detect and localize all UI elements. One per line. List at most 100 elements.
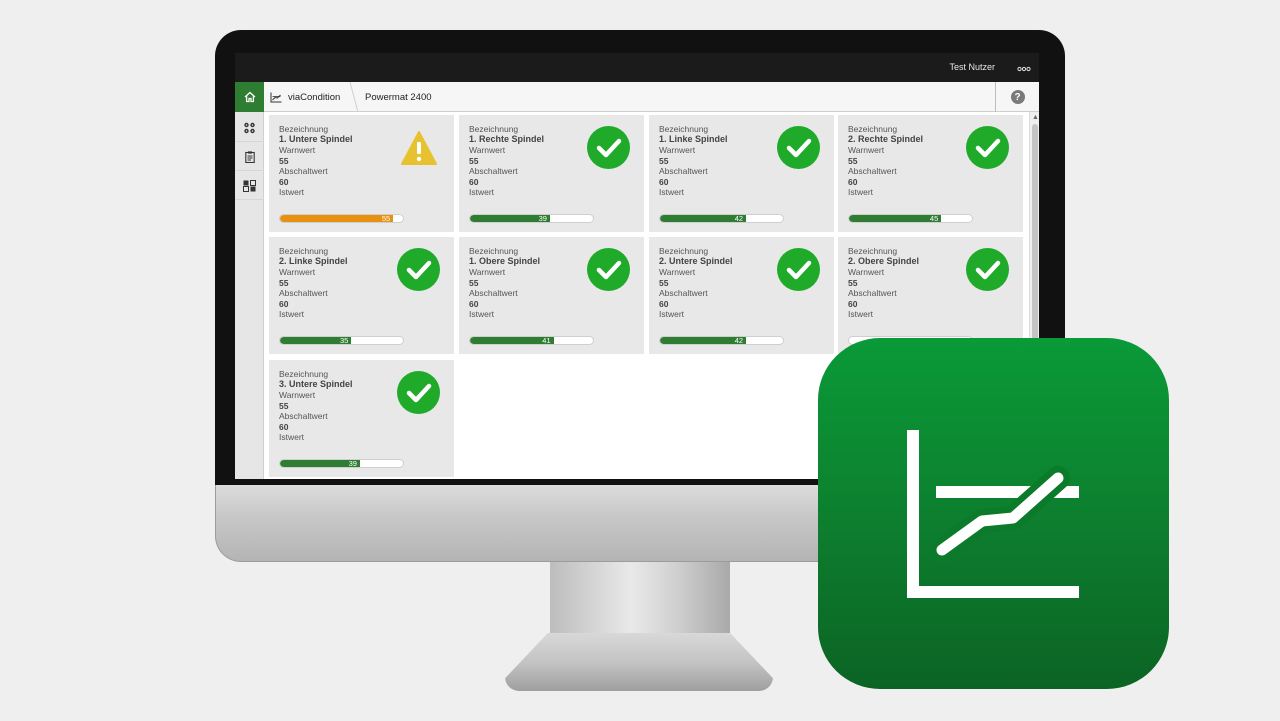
check-icon xyxy=(397,248,440,291)
label-abschaltwert: Abschaltwert xyxy=(279,166,328,176)
istwert-bar-fill: 55 xyxy=(280,214,394,223)
label-abschaltwert: Abschaltwert xyxy=(469,166,518,176)
label-abschaltwert: Abschaltwert xyxy=(469,288,518,298)
spindle-card[interactable]: Bezeichnung 2. Obere Spindel Warnwert 55 Abs… xyxy=(838,237,1023,354)
shutoff-value: 60 xyxy=(659,299,669,309)
actual-value: 42 xyxy=(734,336,744,345)
warn-value: 55 xyxy=(469,278,479,288)
check-icon xyxy=(966,248,1009,291)
label-istwert: Istwert xyxy=(848,187,874,197)
label-istwert: Istwert xyxy=(848,309,874,319)
spindle-card[interactable]: Bezeichnung 3. Untere Spindel Warnwert 55 Ab… xyxy=(269,360,454,477)
spindle-card[interactable]: Bezeichnung 2. Linke Spindel Warnwert 55 Abs… xyxy=(269,237,454,354)
actual-value: 35 xyxy=(339,336,349,345)
home-icon xyxy=(244,91,255,103)
label-abschaltwert: Abschaltwert xyxy=(279,411,328,421)
breadcrumb-separator xyxy=(349,82,359,112)
home-button[interactable] xyxy=(235,82,264,112)
shutoff-value: 60 xyxy=(279,422,289,432)
spindle-card[interactable]: Bezeichnung 1. Untere Spindel Warnwert 55 Ab… xyxy=(269,115,454,232)
spindle-group-icon xyxy=(244,122,255,133)
spindle-name: 1. Obere Spindel xyxy=(469,256,541,266)
sidebar xyxy=(235,112,264,479)
chart-trend-icon xyxy=(907,430,1079,598)
spindle-card[interactable]: Bezeichnung 1. Linke Spindel Warnwert 55 Abs… xyxy=(649,115,834,232)
istwert-bar: 45 xyxy=(848,214,973,223)
sidebar-item-components[interactable] xyxy=(235,172,264,200)
actual-value: 39 xyxy=(538,214,547,223)
spindle-card[interactable]: Bezeichnung 1. Rechte Spindel Warnwert 55 Ab… xyxy=(459,115,644,232)
warn-value: 55 xyxy=(469,156,479,166)
scroll-up-icon[interactable]: ▲ xyxy=(1032,114,1039,121)
help-icon: ? xyxy=(1010,90,1025,104)
spindle-name: 2. Obere Spindel xyxy=(848,256,920,266)
label-istwert: Istwert xyxy=(469,309,495,319)
label-istwert: Istwert xyxy=(659,309,685,319)
actual-value: 41 xyxy=(542,336,551,345)
sidebar-item-spindles[interactable] xyxy=(235,114,264,142)
spindle-name: 3. Untere Spindel xyxy=(279,379,353,389)
spindle-name: 1. Linke Spindel xyxy=(659,134,728,144)
label-istwert: Istwert xyxy=(469,187,495,197)
warn-value: 55 xyxy=(848,156,858,166)
spindle-name: 2. Linke Spindel xyxy=(279,256,348,266)
istwert-bar: 42 xyxy=(659,214,784,223)
istwert-bar: 42 xyxy=(659,336,784,345)
spindle-card[interactable]: Bezeichnung 1. Obere Spindel Warnwert 55 Abs… xyxy=(459,237,644,354)
monitor-stand-base xyxy=(505,633,773,691)
label-istwert: Istwert xyxy=(279,309,305,319)
viacondition-app-icon xyxy=(818,338,1169,689)
breadcrumb-app[interactable]: viaCondition xyxy=(270,82,340,112)
spindle-card[interactable]: Bezeichnung 2. Untere Spindel Warnwert 55 Ab… xyxy=(649,237,834,354)
istwert-bar: 39 xyxy=(469,214,594,223)
warn-value: 55 xyxy=(659,278,669,288)
spindle-card[interactable]: Bezeichnung 2. Rechte Spindel Warnwert 55 Ab… xyxy=(838,115,1023,232)
spindle-name: 2. Rechte Spindel xyxy=(848,134,924,144)
shutoff-value: 60 xyxy=(659,177,669,187)
label-warnwert: Warnwert xyxy=(279,390,316,400)
chart-trend-icon xyxy=(270,92,282,102)
actual-value: 42 xyxy=(734,214,744,223)
label-abschaltwert: Abschaltwert xyxy=(279,288,328,298)
spindle-name: 1. Rechte Spindel xyxy=(469,134,545,144)
warn-value: 55 xyxy=(279,278,289,288)
label-bezeichnung: Bezeichnung xyxy=(279,369,329,379)
user-name[interactable]: Test Nutzer xyxy=(949,62,995,72)
label-warnwert: Warnwert xyxy=(659,145,696,155)
breadcrumb-machine-label: Powermat 2400 xyxy=(365,91,432,103)
label-bezeichnung: Bezeichnung xyxy=(659,246,709,256)
monitor-stand-neck xyxy=(550,562,730,634)
label-abschaltwert: Abschaltwert xyxy=(659,288,708,298)
istwert-bar-fill: 39 xyxy=(470,215,550,222)
more-dots-icon[interactable] xyxy=(1017,62,1031,74)
label-bezeichnung: Bezeichnung xyxy=(848,124,898,134)
warn-value: 55 xyxy=(659,156,669,166)
component-grid-icon xyxy=(243,179,256,192)
breadcrumb-machine[interactable]: Powermat 2400 xyxy=(365,82,432,112)
check-icon xyxy=(966,126,1009,169)
istwert-bar-fill: 39 xyxy=(280,460,360,467)
check-icon xyxy=(397,371,440,414)
istwert-bar: 35 xyxy=(279,336,404,345)
label-warnwert: Warnwert xyxy=(848,145,885,155)
label-bezeichnung: Bezeichnung xyxy=(659,124,709,134)
check-icon xyxy=(587,126,630,169)
label-warnwert: Warnwert xyxy=(659,267,696,277)
spindle-name: 1. Untere Spindel xyxy=(279,134,353,144)
istwert-bar: 55 xyxy=(279,214,404,223)
warning-icon xyxy=(401,131,437,165)
istwert-bar-fill: 35 xyxy=(280,336,352,345)
label-istwert: Istwert xyxy=(279,432,305,442)
label-warnwert: Warnwert xyxy=(469,145,506,155)
label-bezeichnung: Bezeichnung xyxy=(279,124,329,134)
actual-value: 55 xyxy=(381,214,391,223)
label-bezeichnung: Bezeichnung xyxy=(469,124,519,134)
istwert-bar-fill: 45 xyxy=(849,215,942,222)
help-button[interactable]: ? xyxy=(995,82,1039,112)
sidebar-item-reports[interactable] xyxy=(235,143,264,171)
warn-value: 55 xyxy=(279,401,289,411)
check-icon xyxy=(777,126,820,169)
istwert-bar: 39 xyxy=(279,459,404,468)
label-abschaltwert: Abschaltwert xyxy=(848,166,897,176)
label-warnwert: Warnwert xyxy=(469,267,506,277)
